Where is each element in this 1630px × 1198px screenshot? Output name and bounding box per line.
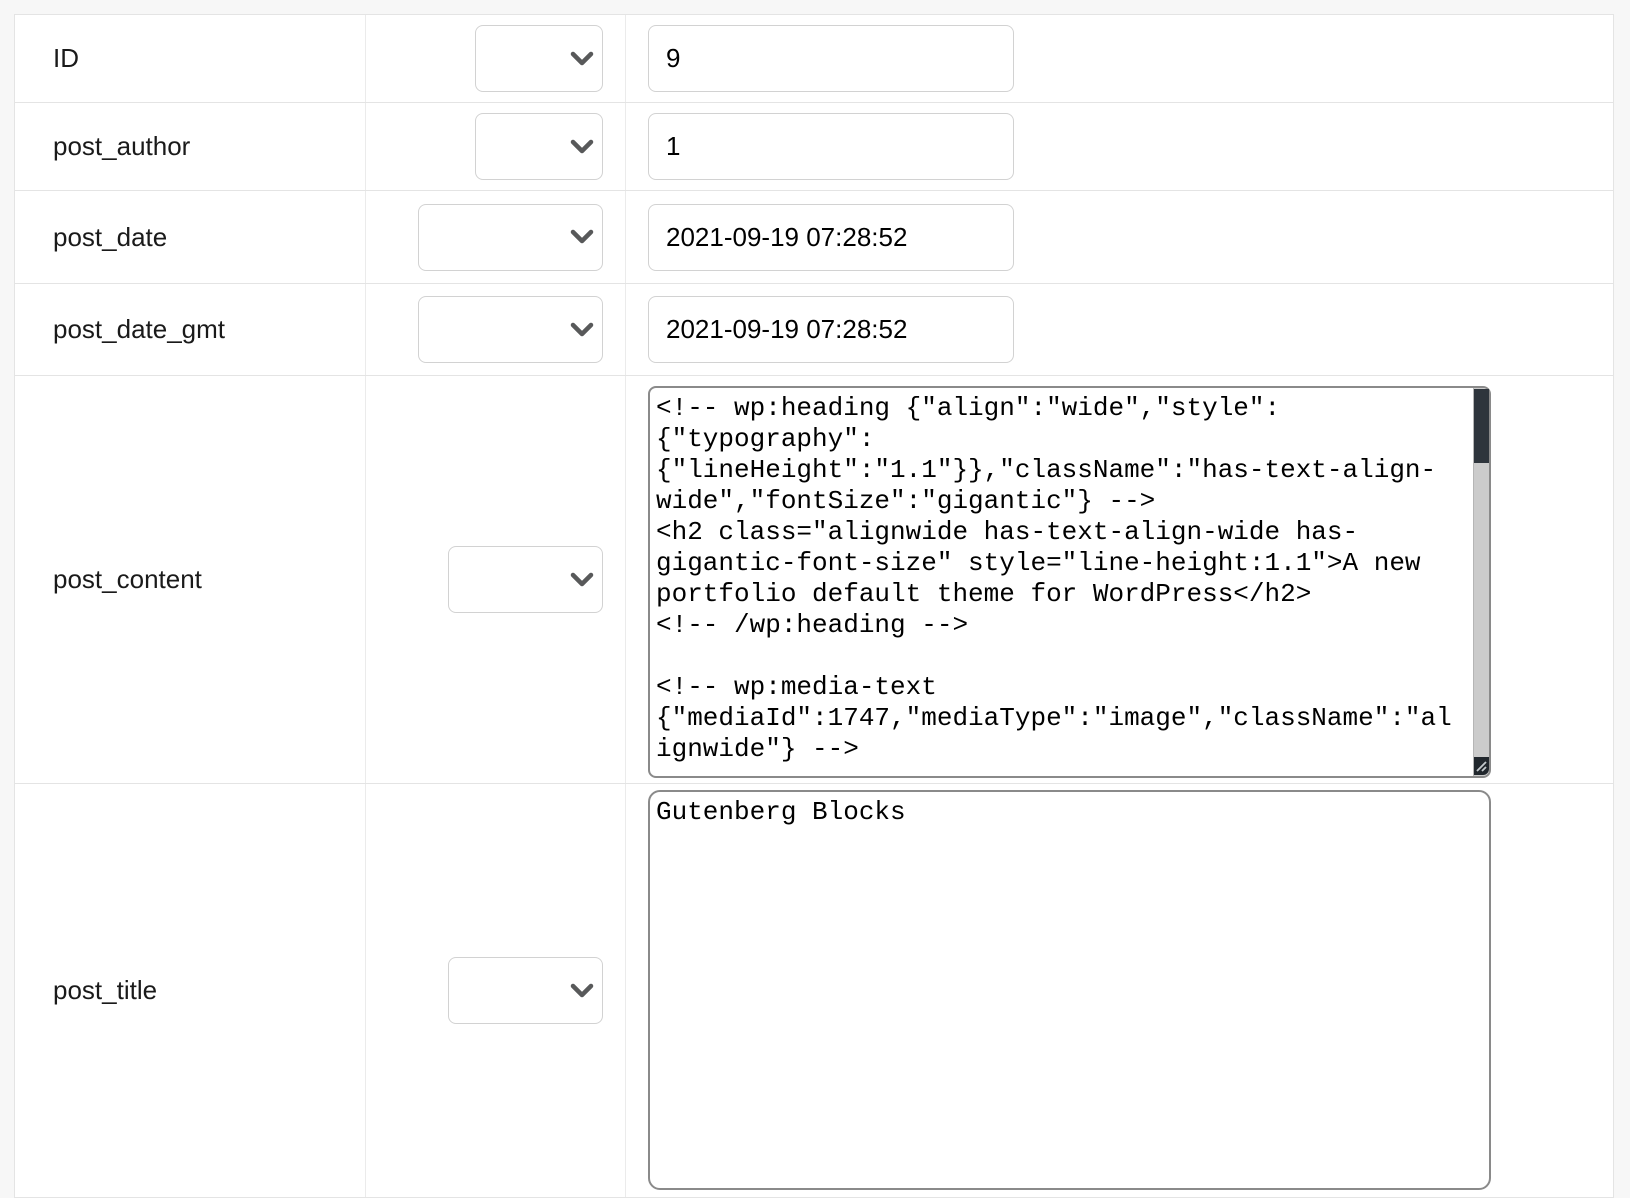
- resize-handle-icon[interactable]: [1474, 757, 1489, 775]
- table-row: ID: [15, 15, 1613, 103]
- function-cell: [366, 784, 626, 1197]
- table-row: post_date: [15, 191, 1613, 284]
- edit-row-table: ID post_author: [14, 14, 1614, 1198]
- function-cell: [366, 376, 626, 783]
- field-name-cell: post_content: [15, 376, 366, 783]
- chevron-down-icon: [570, 572, 594, 593]
- value-cell: <!-- wp:heading {"align":"wide","style":…: [626, 376, 1613, 783]
- function-select-post-title[interactable]: [448, 957, 603, 1024]
- field-name-label: post_content: [53, 564, 202, 595]
- function-cell: [366, 191, 626, 283]
- field-name-label: post_author: [53, 131, 190, 162]
- field-name-label: post_title: [53, 975, 157, 1006]
- chevron-down-icon: [570, 322, 594, 343]
- post-content-editor: <!-- wp:heading {"align":"wide","style":…: [648, 376, 1491, 778]
- field-name-label: ID: [53, 43, 79, 74]
- function-select-post-content[interactable]: [448, 546, 603, 613]
- chevron-down-icon: [570, 983, 594, 1004]
- chevron-down-icon: [570, 229, 594, 250]
- field-name-label: post_date: [53, 222, 167, 253]
- field-name-cell: ID: [15, 15, 366, 102]
- function-select-post-date[interactable]: [418, 204, 603, 271]
- function-select-post-date-gmt[interactable]: [418, 296, 603, 363]
- table-row: post_date_gmt: [15, 284, 1613, 376]
- function-select-id[interactable]: [475, 25, 603, 92]
- function-cell: [366, 103, 626, 190]
- value-input-post-author[interactable]: [648, 113, 1014, 180]
- function-select-post-author[interactable]: [475, 113, 603, 180]
- field-name-label: post_date_gmt: [53, 314, 225, 345]
- function-cell: [366, 284, 626, 375]
- value-cell: [626, 15, 1613, 102]
- table-row: post_content <!-- wp:heading {"align":"w…: [15, 376, 1613, 784]
- chevron-down-icon: [570, 51, 594, 72]
- value-cell: [626, 284, 1613, 375]
- value-input-id[interactable]: [648, 25, 1014, 92]
- value-textarea-post-title[interactable]: Gutenberg Blocks: [648, 790, 1491, 1190]
- scrollbar-thumb[interactable]: [1474, 389, 1489, 463]
- value-input-post-date[interactable]: [648, 204, 1014, 271]
- function-cell: [366, 15, 626, 102]
- value-cell: [626, 103, 1613, 190]
- value-textarea-post-content[interactable]: <!-- wp:heading {"align":"wide","style":…: [648, 386, 1491, 778]
- field-name-cell: post_date_gmt: [15, 284, 366, 375]
- value-input-post-date-gmt[interactable]: [648, 296, 1014, 363]
- field-name-cell: post_author: [15, 103, 366, 190]
- field-name-cell: post_date: [15, 191, 366, 283]
- textarea-scrollbar[interactable]: [1473, 388, 1489, 776]
- chevron-down-icon: [570, 139, 594, 160]
- field-name-cell: post_title: [15, 784, 366, 1197]
- table-row: post_title Gutenberg Blocks: [15, 784, 1613, 1198]
- value-cell: [626, 191, 1613, 283]
- table-row: post_author: [15, 103, 1613, 191]
- value-cell: Gutenberg Blocks: [626, 784, 1613, 1197]
